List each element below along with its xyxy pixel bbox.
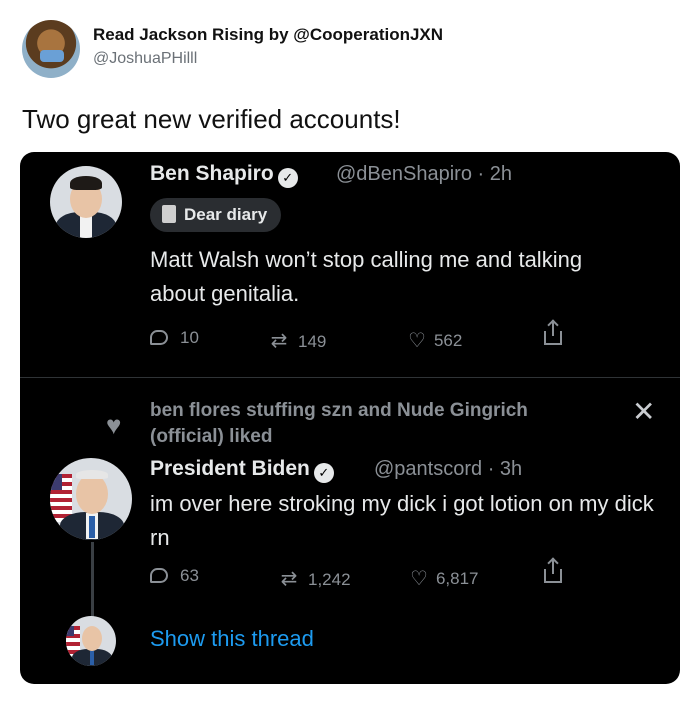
retweet-icon: ⇄ (280, 568, 298, 590)
reply-button[interactable]: 63 (150, 566, 199, 586)
tweet-body: Matt Walsh won’t stop calling me and tal… (150, 247, 583, 306)
quoted-screenshot-card: Ben Shapiro ✓ @dBenShapiro · 2h Dear diar… (20, 152, 680, 684)
diary-icon (162, 205, 176, 223)
reply-icon (150, 568, 168, 583)
reply-button[interactable]: 10 (150, 328, 199, 348)
tweet-text: Two great new verified accounts! (22, 104, 401, 134)
retweet-button[interactable]: ⇄ 1,242 (278, 566, 351, 591)
reply-icon (150, 330, 168, 345)
avatar[interactable] (22, 20, 80, 78)
close-icon[interactable]: ✕ (632, 395, 655, 428)
show-thread-link[interactable]: Show this thread (150, 626, 314, 652)
liked-heart-icon: ♥ (106, 410, 122, 440)
outer-tweet-header: Read Jackson Rising by @CooperationJXN @… (0, 0, 700, 100)
author-name[interactable]: Ben Shapiro ✓ (150, 162, 298, 188)
author-name-text: President Biden (150, 457, 310, 480)
pill-label: Dear diary (184, 205, 268, 224)
verified-badge-icon: ✓ (313, 463, 334, 483)
share-button[interactable] (544, 322, 562, 348)
author-name-text: Ben Shapiro (150, 162, 274, 185)
retweet-count: 1,242 (308, 570, 351, 589)
president-biden-avatar[interactable] (50, 458, 132, 540)
author-name[interactable]: President Biden ✓ (150, 457, 334, 483)
heart-icon: ♡ (408, 330, 426, 352)
tweet-body: im over here stroking my dick i got loti… (150, 491, 654, 550)
tweet-actions: 10 ⇄ 149 ♡ 562 (150, 322, 620, 354)
handle-time[interactable]: @pantscord · 3h (374, 458, 522, 481)
retweet-count: 149 (298, 332, 327, 351)
thread-avatar[interactable] (66, 616, 116, 666)
liked-by-text[interactable]: ben flores stuffing szn and Nude Gingric… (150, 398, 590, 450)
verified-badge-icon: ✓ (277, 168, 298, 188)
like-button[interactable]: ♡ 562 (408, 328, 462, 353)
tweet-actions: 63 ⇄ 1,242 ♡ 6,817 (150, 560, 620, 592)
dear-diary-pill[interactable]: Dear diary (150, 198, 282, 232)
divider (20, 377, 680, 378)
reply-count: 10 (180, 328, 199, 347)
share-icon (544, 560, 562, 583)
thread-connector-line (91, 542, 94, 620)
like-count: 562 (433, 331, 463, 350)
ben-shapiro-avatar[interactable] (50, 166, 122, 238)
share-button[interactable] (544, 560, 562, 586)
display-name[interactable]: Read Jackson Rising by @CooperationJXN (93, 25, 443, 45)
share-icon (544, 322, 562, 345)
heart-icon: ♡ (410, 568, 428, 590)
retweet-icon: ⇄ (270, 330, 288, 352)
user-handle[interactable]: @JoshuaPHilll (93, 50, 197, 68)
reply-count: 63 (180, 566, 199, 585)
retweet-button[interactable]: ⇄ 149 (268, 328, 327, 353)
handle-time[interactable]: @dBenShapiro · 2h (336, 163, 512, 186)
like-button[interactable]: ♡ 6,817 (410, 566, 478, 591)
like-count: 6,817 (435, 569, 479, 588)
